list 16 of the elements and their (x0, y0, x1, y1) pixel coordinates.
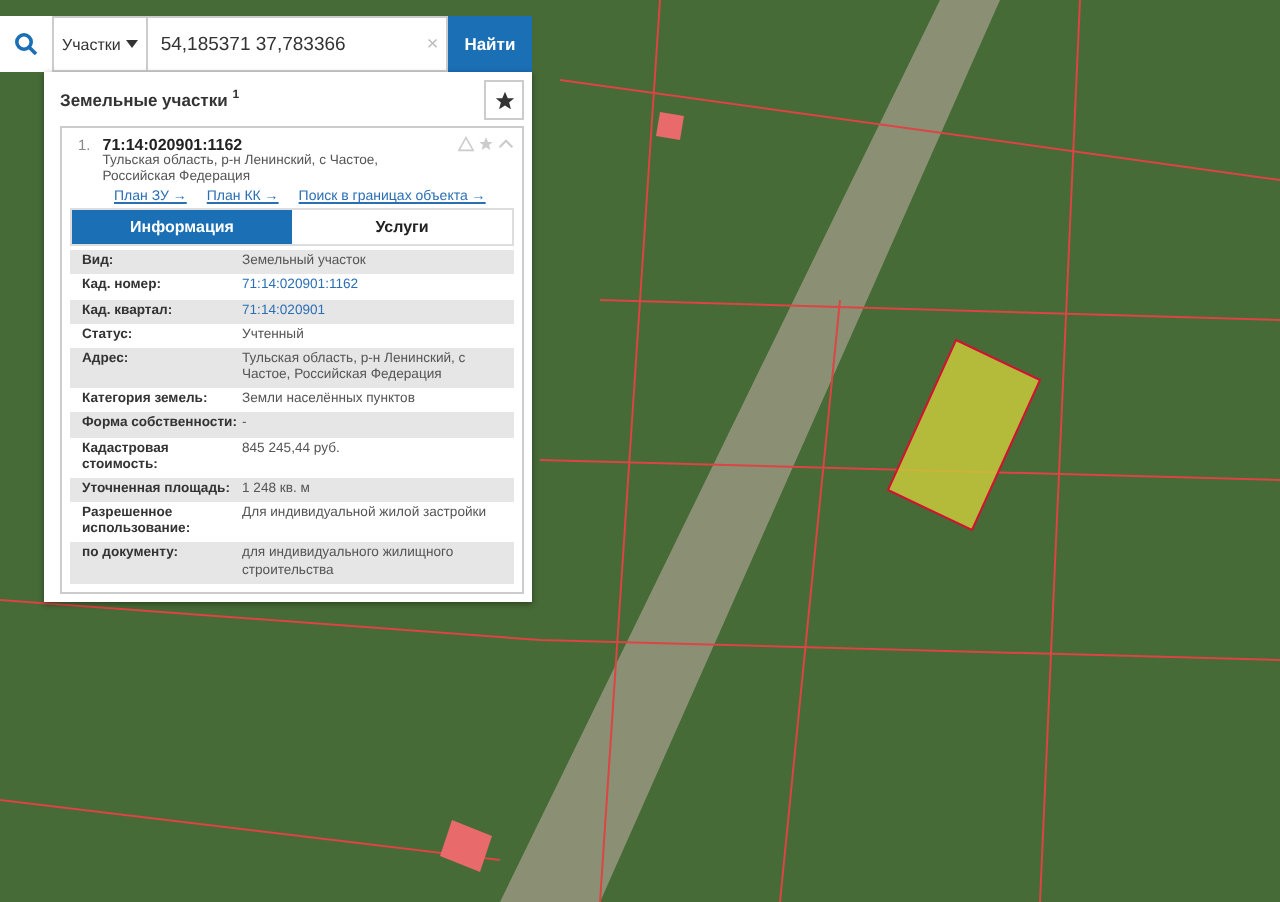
search-icon[interactable] (0, 16, 52, 72)
panel-title: Земельные участки $^{1}$ (60, 90, 240, 110)
favorite-button[interactable] (484, 80, 524, 120)
cadastral-number[interactable]: 71:14:020901:1162 (102, 136, 446, 154)
building-marker (656, 112, 684, 140)
scope-dropdown[interactable]: Участки (52, 16, 149, 72)
warning-icon[interactable] (458, 136, 474, 152)
search-field[interactable]: 54,185371 37,783366 (148, 16, 419, 72)
selected-parcel[interactable] (886, 338, 1042, 532)
star-icon (493, 89, 515, 111)
star-icon[interactable] (478, 136, 494, 152)
find-button[interactable]: Найти (448, 16, 532, 72)
building-marker (440, 820, 492, 872)
caret-icon (126, 40, 139, 48)
tab[interactable]: Информация (72, 210, 292, 245)
collapse-icon[interactable] (498, 136, 514, 152)
